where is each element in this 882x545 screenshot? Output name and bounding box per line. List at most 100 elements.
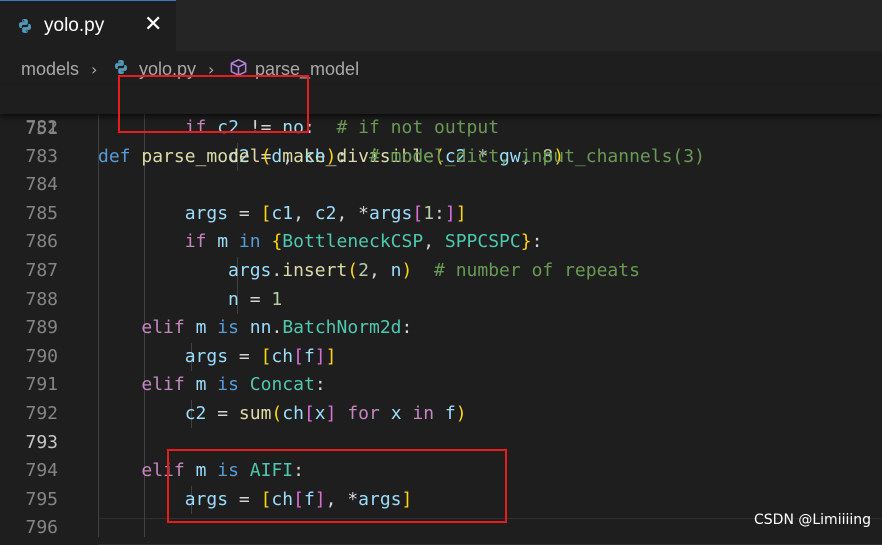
watermark: CSDN @Limiiiing <box>754 512 872 528</box>
code-text: c2 = sum(ch[x] for x in f) <box>98 400 467 429</box>
code-token: [ <box>303 403 315 424</box>
code-token: : <box>401 317 413 339</box>
code-line: 792 c2 = sum(ch[x] for x in f) <box>0 400 882 429</box>
code-token: BottleneckCSP <box>282 231 424 253</box>
code-line: 789 elif m is nn.BatchNorm2d: <box>0 314 882 343</box>
code-text: elif m is Concat: <box>98 371 326 400</box>
line-number: 788 <box>25 288 58 310</box>
code-token: elif <box>141 374 185 396</box>
code-token: SPPCSPC <box>444 231 521 253</box>
line-number: 787 <box>25 260 58 281</box>
close-icon[interactable]: ✕ <box>144 12 162 38</box>
code-line: 785 args = [c1, c2, *args[1:]] <box>0 200 882 229</box>
code-text: args.insert(2, n) # number of repeats <box>98 257 640 286</box>
code-token: = <box>228 345 261 367</box>
code-token: args <box>184 202 229 224</box>
code-token: parse_model <box>141 146 261 168</box>
code-token: ] <box>455 202 467 224</box>
code-token: insert <box>282 260 348 281</box>
code-token: is <box>217 374 239 396</box>
code-token: args <box>369 202 413 224</box>
line-number: 751 <box>25 117 58 139</box>
chevron-right-icon: › <box>91 60 98 79</box>
code-token: f <box>444 403 456 424</box>
code-line: 786 if m in {BottleneckCSP, SPPCSPC}: <box>0 228 882 257</box>
code-token: : <box>531 231 543 253</box>
code-token: in <box>412 403 435 424</box>
code-token: nn <box>249 317 272 339</box>
code-token: [ <box>412 202 424 224</box>
code-token: = <box>206 403 239 424</box>
code-token: ch <box>271 345 294 367</box>
code-token: : <box>434 202 445 224</box>
code-token: 1 <box>271 288 283 310</box>
python-file-icon <box>19 19 31 33</box>
code-line: 784 <box>0 171 882 200</box>
code-token: ) <box>325 146 337 168</box>
code-token: elif <box>141 317 185 339</box>
code-token: def <box>98 146 131 168</box>
code-token: if <box>184 231 207 253</box>
code-line: 790 args = [ch[f]] <box>0 343 882 372</box>
code-token: . <box>271 317 283 339</box>
breadcrumb-folder[interactable]: models <box>21 59 79 80</box>
code-text: def parse_model(d, ch): # model_dict, in… <box>98 143 705 172</box>
code-token: x <box>314 403 326 424</box>
line-number: 786 <box>25 231 58 253</box>
tab-yolo-py[interactable]: yolo.py ✕ <box>0 0 176 51</box>
code-token: # model_dict, input_channels(3) <box>369 146 705 168</box>
code-token: x <box>390 403 402 424</box>
code-token: . <box>271 260 283 281</box>
code-token: : <box>336 146 369 168</box>
code-token: ] <box>325 345 337 367</box>
code-token: ] <box>444 202 456 224</box>
code-token: d <box>271 146 283 168</box>
code-token: ] <box>325 403 337 424</box>
line-number: 790 <box>25 345 58 367</box>
code-text: args = [c1, c2, *args[1:]] <box>98 200 467 229</box>
code-token: f <box>303 345 315 367</box>
code-token: : <box>314 374 326 396</box>
code-token: for <box>347 403 380 424</box>
tab-label: yolo.py <box>44 15 105 36</box>
code-token: args <box>228 260 272 281</box>
code-line: 791 elif m is Concat: <box>0 371 882 400</box>
code-token: m <box>195 317 207 339</box>
code-token: , <box>293 202 315 224</box>
line-number: 792 <box>25 403 58 424</box>
highlight-box-aifi <box>167 449 507 523</box>
code-line: 787 args.insert(2, n) # number of repeat… <box>0 257 882 286</box>
line-number: 795 <box>25 488 58 510</box>
code-token: , <box>423 231 445 253</box>
code-text: args = [ch[f]] <box>98 343 337 372</box>
code-token: = <box>228 202 261 224</box>
code-token: m <box>195 374 207 396</box>
line-number: 796 <box>25 517 58 539</box>
code-token: in <box>238 231 261 253</box>
code-token: c2 <box>314 202 337 224</box>
code-token: , <box>282 146 304 168</box>
code-token: ) <box>455 403 467 424</box>
code-token: c2 <box>184 403 207 424</box>
line-number: 791 <box>25 374 58 396</box>
code-token: BatchNorm2d <box>282 317 402 339</box>
code-token: ] <box>314 345 326 367</box>
line-number: 785 <box>25 202 58 224</box>
code-token: is <box>217 317 239 339</box>
code-token: ) <box>401 260 413 281</box>
line-number: 794 <box>25 460 58 482</box>
code-token: n <box>228 288 239 310</box>
code-token: ( <box>271 403 283 424</box>
code-token: n <box>390 260 402 281</box>
code-token: , <box>368 260 391 281</box>
